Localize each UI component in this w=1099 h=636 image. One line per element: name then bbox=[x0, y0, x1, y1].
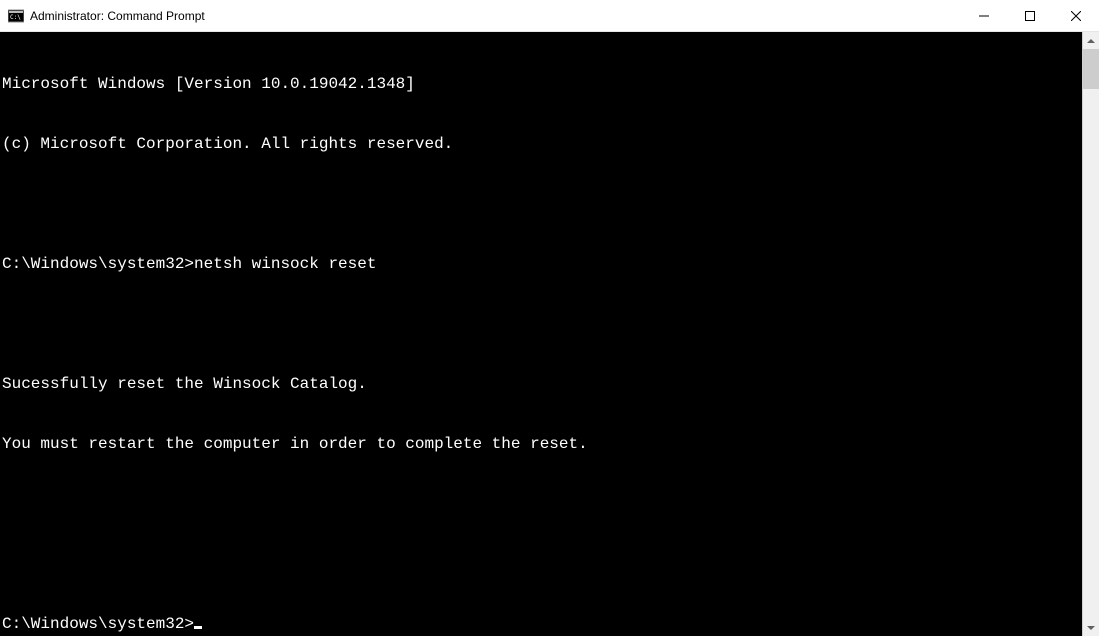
chevron-up-icon bbox=[1087, 39, 1095, 43]
terminal-line bbox=[2, 494, 1082, 514]
svg-text:C:\: C:\ bbox=[10, 14, 21, 21]
terminal-line bbox=[2, 554, 1082, 574]
scroll-track[interactable] bbox=[1083, 49, 1099, 619]
chevron-down-icon bbox=[1087, 626, 1095, 630]
minimize-button[interactable] bbox=[961, 0, 1007, 32]
vertical-scrollbar[interactable] bbox=[1082, 32, 1099, 636]
close-button[interactable] bbox=[1053, 0, 1099, 32]
terminal-line: C:\Windows\system32>netsh winsock reset bbox=[2, 254, 1082, 274]
terminal-output[interactable]: Microsoft Windows [Version 10.0.19042.13… bbox=[0, 32, 1082, 636]
cursor-icon bbox=[194, 626, 202, 629]
scroll-thumb[interactable] bbox=[1083, 49, 1099, 89]
cmd-icon: C:\ bbox=[8, 8, 24, 24]
maximize-button[interactable] bbox=[1007, 0, 1053, 32]
terminal-prompt: C:\Windows\system32> bbox=[2, 615, 194, 633]
window-title: Administrator: Command Prompt bbox=[30, 9, 961, 23]
titlebar: C:\ Administrator: Command Prompt bbox=[0, 0, 1099, 32]
terminal-line bbox=[2, 194, 1082, 214]
content-area: Microsoft Windows [Version 10.0.19042.13… bbox=[0, 32, 1099, 636]
terminal-line: You must restart the computer in order t… bbox=[2, 434, 1082, 454]
terminal-line: (c) Microsoft Corporation. All rights re… bbox=[2, 134, 1082, 154]
window-controls bbox=[961, 0, 1099, 31]
terminal-line: Sucessfully reset the Winsock Catalog. bbox=[2, 374, 1082, 394]
scroll-down-button[interactable] bbox=[1083, 619, 1099, 636]
terminal-line bbox=[2, 314, 1082, 334]
terminal-line: Microsoft Windows [Version 10.0.19042.13… bbox=[2, 74, 1082, 94]
scroll-up-button[interactable] bbox=[1083, 32, 1099, 49]
terminal-prompt-line: C:\Windows\system32> bbox=[2, 614, 1082, 634]
